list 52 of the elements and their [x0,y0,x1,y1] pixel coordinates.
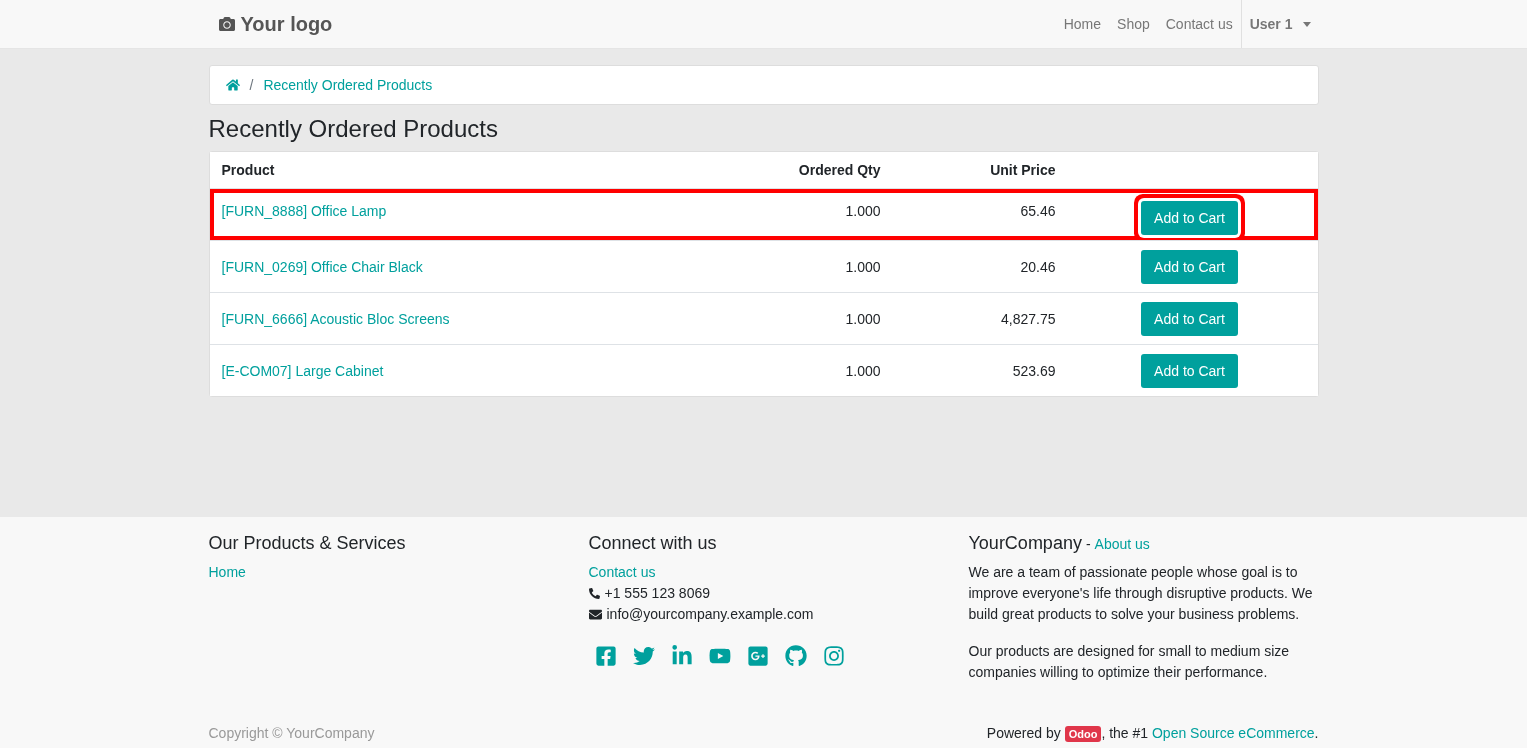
footer-link[interactable]: Home [208,562,246,583]
caret-icon [1302,21,1311,27]
separator: - [1085,536,1091,552]
footer-link[interactable]: Open Source eCommerce [1151,725,1315,741]
add-to-cart-button[interactable]: Add to Cart [1141,353,1238,388]
product-link[interactable]: [FURN_0269] Office Chair Black [221,258,423,275]
github-icon[interactable] [784,645,807,667]
table-cell-text: 1.000 [844,310,882,327]
table-cell-text: 523.69 [1011,362,1057,379]
footer-link[interactable]: Contact us [588,562,656,583]
user-menu[interactable]: User 1 [1240,0,1319,48]
product-link[interactable]: [FURN_6666] Acoustic Bloc Screens [221,310,450,327]
twitter-icon[interactable] [632,645,655,667]
column-header: Product [220,162,276,178]
nav-link[interactable]: Shop [1109,16,1158,32]
column-header: Unit Price [989,162,1057,178]
phone-number: +1 555 123 8069 [604,584,710,603]
about-paragraph: We are a team of passionate people whose goal is to improve everyone's life through disruptive products. We build great products to solve your business problems. [968,563,1314,624]
add-to-cart-button[interactable]: Add to Cart [1141,249,1238,284]
table-cell-text: 1.000 [844,202,882,219]
table-cell-text: 20.46 [1019,258,1057,275]
breadcrumb-separator: / [249,77,254,93]
logo: Your logo [208,12,333,36]
footer-link[interactable]: About us [1094,536,1150,552]
google-plus-icon[interactable] [746,645,769,667]
column-header: Ordered Qty [797,162,882,178]
powered-by-text: Powered by Odoo , the #1 Open Source eCommerce. [986,725,1319,741]
product-link[interactable]: [FURN_8888] Office Lamp [221,202,387,219]
table-cell-text: 1.000 [844,362,882,379]
instagram-icon[interactable] [822,645,845,667]
home-icon[interactable] [225,78,240,92]
footer-heading: Connect with us [588,533,718,554]
phone-icon [588,588,600,599]
table-cell-text: 1.000 [844,258,882,275]
nav-link[interactable]: Contact us [1157,16,1241,32]
linkedin-icon[interactable] [670,645,693,667]
footer-heading: YourCompany [968,533,1082,554]
camera-icon [218,16,235,32]
email-address: info@yourcompany.example.com [606,605,814,624]
copyright: Copyright © YourCompany [208,725,375,741]
envelope-icon [588,608,602,621]
odoo-badge: Odoo [1064,726,1102,742]
footer-heading: Our Products & Services [208,533,407,554]
page-title: Recently Ordered Products [208,115,499,143]
breadcrumb-link[interactable]: Recently Ordered Products [263,77,433,93]
nav-link[interactable]: Home [1055,16,1110,32]
product-link[interactable]: [E-COM07] Large Cabinet [221,362,384,379]
table-cell-text: 4,827.75 [1000,310,1057,327]
add-to-cart-button[interactable]: Add to Cart [1141,301,1238,336]
table-cell-text: 65.46 [1019,202,1057,219]
about-paragraph: Our products are designed for small to medium size companies willing to optimize their performance. [968,642,1291,682]
facebook-icon[interactable] [594,645,617,667]
